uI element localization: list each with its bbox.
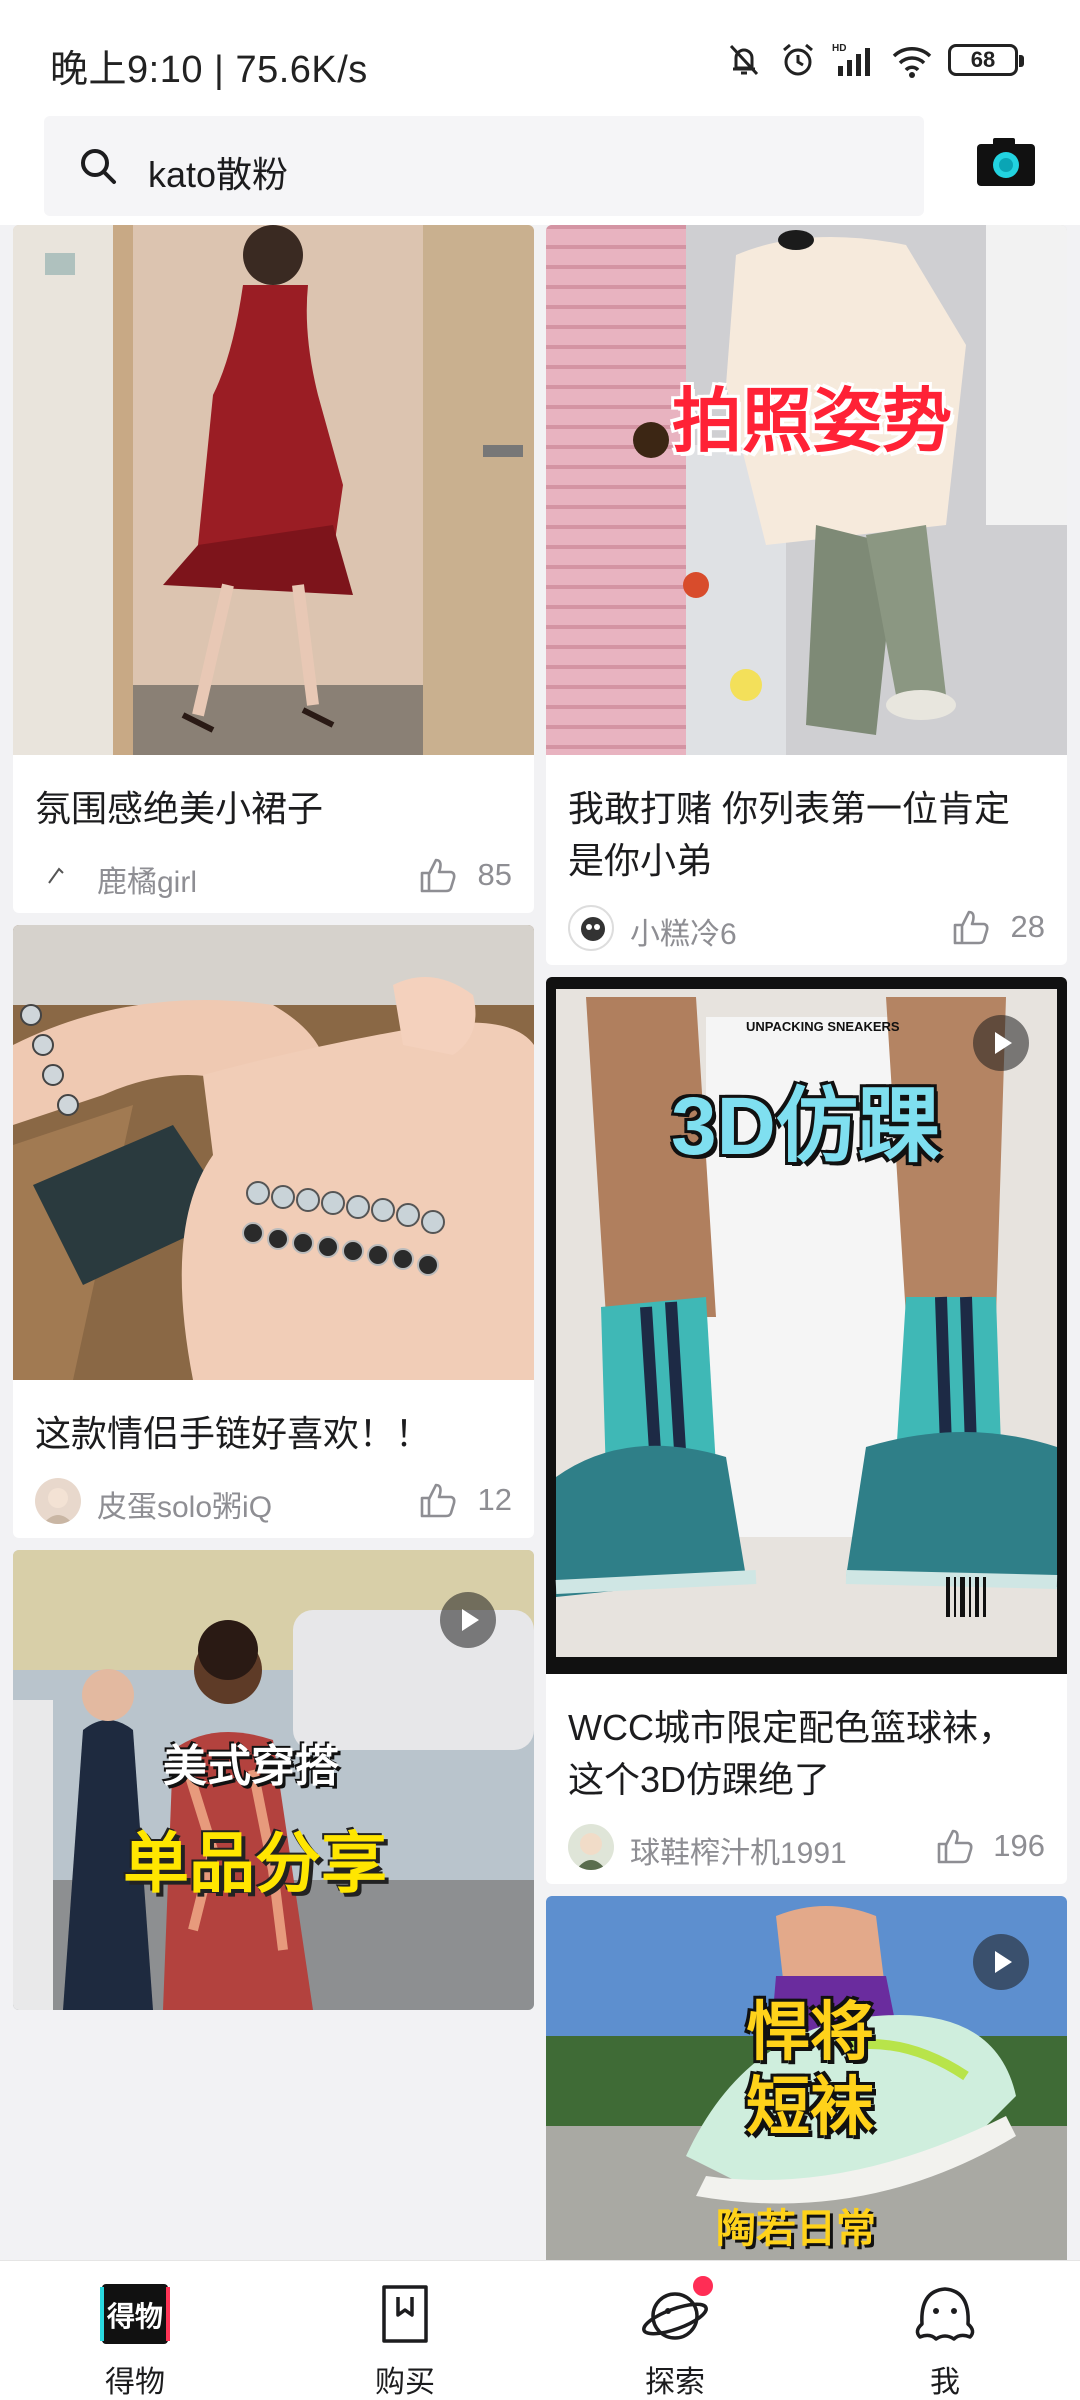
search-icon	[81, 149, 116, 184]
status-icons: HD 68	[724, 38, 1024, 82]
post-title[interactable]: WCC城市限定配色篮球袜，这个3D仿踝绝了	[546, 1674, 1067, 1806]
video-play-icon[interactable]	[973, 1934, 1029, 1990]
overlay-title: 拍照姿势	[672, 382, 952, 460]
author-name[interactable]: 小糕冷6	[630, 909, 737, 953]
post-card[interactable]: 氛围感绝美小裙子 鹿橘girl 85	[13, 225, 534, 913]
author-name[interactable]: 皮蛋solo粥iQ	[97, 1482, 272, 1526]
post-meta: 皮蛋solo粥iQ 12	[13, 1460, 534, 1538]
nav-item-me[interactable]: 我	[810, 2261, 1080, 2400]
nav-item-buy[interactable]: 购买	[270, 2261, 540, 2400]
nav-label: 我	[930, 2366, 960, 2399]
thumbs-up-icon[interactable]	[951, 907, 991, 947]
like-count: 12	[477, 1482, 512, 1517]
post-title[interactable]: 氛围感绝美小裙子	[13, 755, 534, 835]
red-dress-photo	[13, 225, 534, 755]
post-card[interactable]: 悍将 短袜 陶若日常	[546, 1896, 1067, 2260]
battery-indicator: 68	[948, 44, 1024, 76]
like-count: 28	[1010, 909, 1045, 944]
post-image-socks[interactable]: UNPACKING SNEAKERS 3D仿踝	[546, 977, 1067, 1674]
avatar[interactable]	[35, 1478, 81, 1524]
post-card[interactable]: 这款情侣手链好喜欢！！ 皮蛋solo粥iQ 12	[13, 925, 534, 1538]
avatar[interactable]	[568, 1824, 614, 1870]
nav-label: 探索	[645, 2366, 705, 2399]
thumbs-up-icon[interactable]	[935, 1826, 975, 1866]
video-play-icon[interactable]	[973, 1015, 1029, 1071]
camera-icon[interactable]	[975, 136, 1037, 188]
overlay-title: 3D仿踝	[671, 1081, 940, 1172]
post-image-bracelets[interactable]	[13, 925, 534, 1380]
shopping-bag-icon	[382, 2285, 428, 2343]
overlay-line2: 短袜	[746, 2071, 874, 2143]
alarm-icon	[783, 43, 813, 76]
wifi-icon	[892, 47, 932, 78]
post-card[interactable]: UNPACKING SNEAKERS 3D仿踝 WCC城市限定配色篮球袜，这个3…	[546, 977, 1067, 1884]
search-input[interactable]: kato散粉	[44, 116, 924, 216]
content-feed[interactable]: 氛围感绝美小裙子 鹿橘girl 85 这款情侣手链好喜欢！！ 皮蛋solo粥iQ…	[0, 225, 1080, 2260]
battery-level: 68	[970, 47, 996, 72]
nav-label: 得物	[105, 2366, 165, 2399]
post-card[interactable]: 美式穿搭 单品分享	[13, 1550, 534, 2010]
nav-item-explore[interactable]: 探索	[540, 2261, 810, 2400]
svg-text:得物: 得物	[106, 2300, 163, 2333]
overlay-bottom: 陶若日常	[716, 2207, 876, 2251]
bottom-navigation: 得物 得物 购买 探索 我	[0, 2260, 1080, 2400]
post-image-streetwear[interactable]: 美式穿搭 单品分享	[13, 1550, 534, 2010]
video-play-icon[interactable]	[440, 1592, 496, 1648]
author-name[interactable]: 球鞋榨汁机1991	[630, 1828, 847, 1872]
status-bar: 晚上9:10 | 75.6K/s HD 68	[0, 0, 1080, 110]
avatar[interactable]	[35, 853, 81, 899]
overlay-line2: 单品分享	[123, 1826, 387, 1900]
avatar[interactable]	[568, 905, 614, 951]
profile-mascot-icon	[915, 2287, 975, 2341]
post-image-running-shoe[interactable]: 悍将 短袜 陶若日常	[546, 1896, 1067, 2260]
overlay-small: UNPACKING SNEAKERS	[746, 1019, 900, 1034]
mute-bell-icon	[729, 44, 759, 76]
post-image-red-dress[interactable]	[13, 225, 534, 755]
nav-label: 购买	[375, 2366, 435, 2399]
status-time-speed: 晚上9:10 | 75.6K/s	[50, 49, 368, 91]
signal-icon: HD	[832, 43, 870, 76]
post-title[interactable]: 我敢打赌 你列表第一位肯定是你小弟	[546, 755, 1067, 887]
feed-column-left: 氛围感绝美小裙子 鹿橘girl 85 这款情侣手链好喜欢！！ 皮蛋solo粥iQ…	[13, 225, 534, 2022]
network-type-label: HD	[832, 43, 846, 54]
hoodie-photo	[546, 225, 1067, 755]
like-count: 85	[477, 857, 512, 892]
post-meta: 球鞋榨汁机1991 196	[546, 1806, 1067, 1884]
post-image-hoodie[interactable]: 拍照姿势	[546, 225, 1067, 755]
author-name[interactable]: 鹿橘girl	[97, 857, 197, 901]
bracelets-photo	[13, 925, 534, 1380]
post-meta: 小糕冷6 28	[546, 887, 1067, 965]
post-title[interactable]: 这款情侣手链好喜欢！！	[13, 1380, 534, 1460]
post-meta: 鹿橘girl 85	[13, 835, 534, 913]
overlay-line1: 美式穿搭	[163, 1742, 339, 1791]
search-header: kato散粉	[0, 110, 1080, 225]
feed-column-right: 拍照姿势 我敢打赌 你列表第一位肯定是你小弟 小糕冷6 28 UNPACKING…	[546, 225, 1067, 2260]
notification-badge	[690, 2273, 716, 2299]
search-query: kato散粉	[148, 154, 289, 195]
thumbs-up-icon[interactable]	[418, 1480, 458, 1520]
thumbs-up-icon[interactable]	[418, 855, 458, 895]
post-card[interactable]: 拍照姿势 我敢打赌 你列表第一位肯定是你小弟 小糕冷6 28	[546, 225, 1067, 965]
dewu-logo-icon: 得物	[100, 2284, 170, 2344]
nav-item-dewu[interactable]: 得物 得物	[0, 2261, 270, 2400]
like-count: 196	[993, 1828, 1045, 1863]
